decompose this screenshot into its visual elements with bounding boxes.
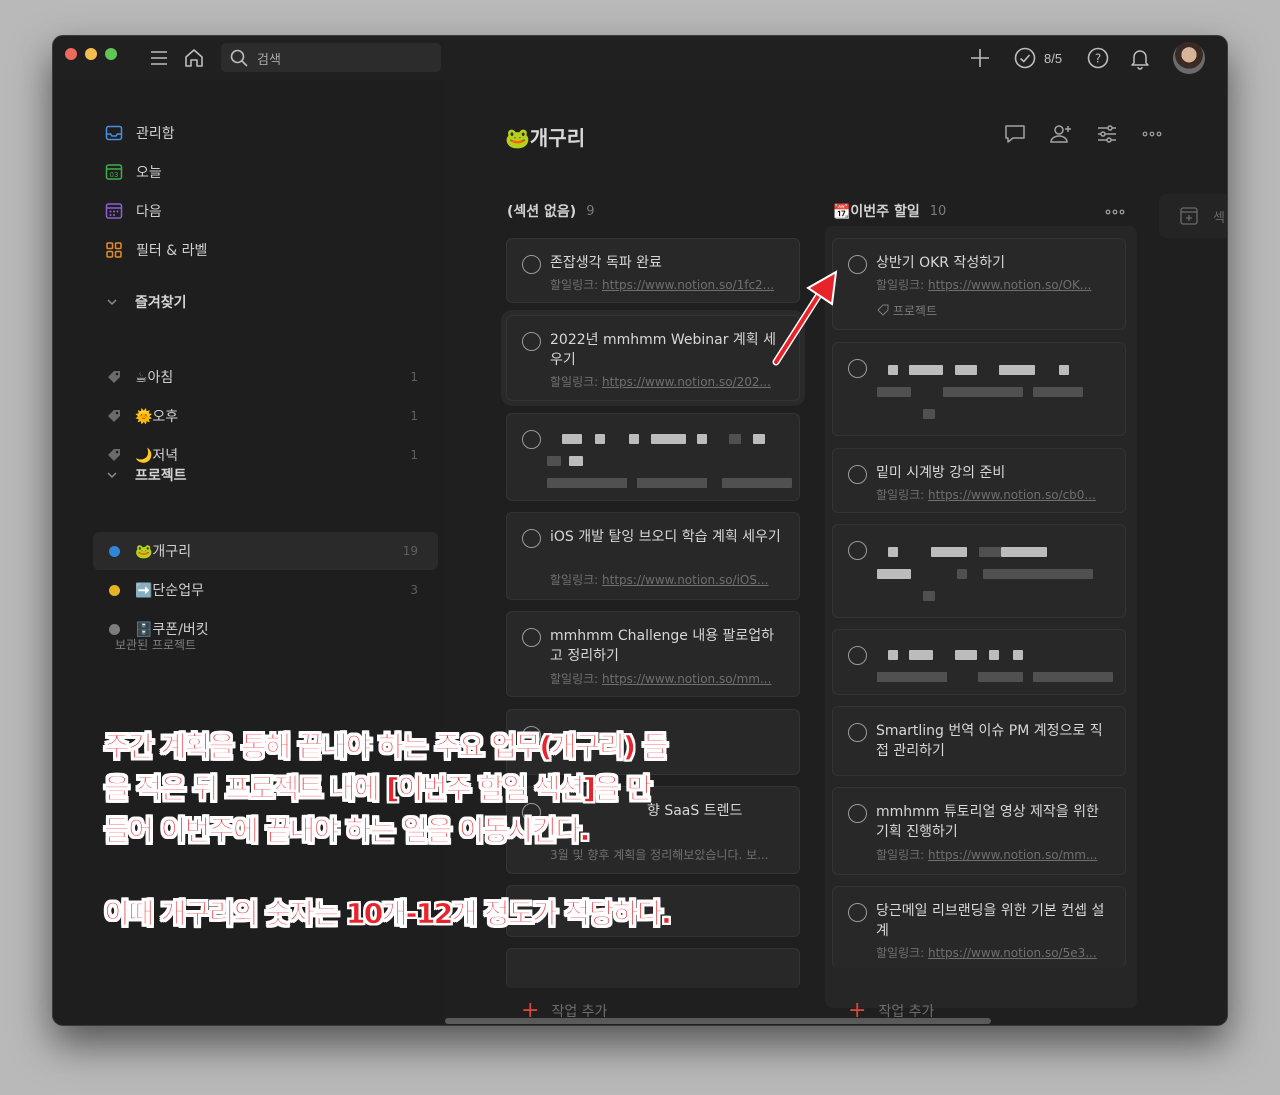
task-card[interactable]: 2022년 mmhmm Webinar 계획 세우기 할일링크: https:/… [506,315,800,401]
calendar-upcoming-icon [105,203,123,219]
search-placeholder: 검색 [257,53,281,68]
task-card-obscured[interactable] [506,948,800,988]
inbox-icon [105,125,123,141]
top-bar: 검색 8/5 ? [53,36,1227,80]
task-link[interactable]: https://www.notion.so/5e3... [928,946,1097,960]
svg-text:?: ? [1095,52,1101,66]
archived-projects-link[interactable]: 보관된 프로젝트 [115,636,196,653]
favorite-item-morning[interactable]: ☕아침 1 [93,358,438,396]
project-item-frog[interactable]: 🐸개구리 19 [93,532,438,570]
sidebar: 관리함 03 오늘 다음 필터 & 라벨 즐겨찾기 ☕아침 1 🌞오후 1 🌙저… [53,80,443,1025]
minimize-window-button[interactable] [85,48,97,60]
section-more-icon[interactable] [1103,200,1127,224]
task-card-blurred[interactable] [832,342,1126,436]
project-item-simple-tasks[interactable]: ➡️단순업무 3 [93,571,438,609]
filters-icon [106,242,122,258]
task-card[interactable]: 당근메일 리브랜딩을 위한 기본 컨셉 설계 할일링크: https://www… [832,886,1126,968]
tag-icon [877,304,889,316]
annotation-line-1: 주간 계획을 통해 끝내야 하는 주요 업무(개구리) 들 [104,730,669,764]
annotation-line-2: 을 적은 뒤 프로젝트 내에 [이번주 할일 섹션]을 만 [104,772,653,806]
label-tag-icon [108,449,120,461]
task-link[interactable]: https://www.notion.so/iOS... [602,573,768,587]
sidebar-item-filters[interactable]: 필터 & 라벨 [105,238,207,262]
task-checkbox[interactable] [848,804,867,823]
task-checkbox[interactable] [522,628,541,647]
task-link[interactable]: https://www.notion.so/cb0... [928,488,1096,502]
menu-icon[interactable] [145,44,173,72]
search-icon [230,49,248,67]
project-color-dot [108,623,120,635]
task-checkbox[interactable] [848,255,867,274]
chevron-down-icon [107,472,117,479]
plus-icon: + [848,998,867,1023]
task-card[interactable]: mmhmm Challenge 내용 팔로업하고 정리하기 할일링크: http… [506,611,800,697]
bell-icon[interactable] [1126,44,1154,72]
task-label[interactable]: 프로젝트 [893,304,937,318]
svg-text:03: 03 [110,171,119,179]
task-card[interactable]: 존잡생각 독파 완료 할일링크: https://www.notion.so/1… [506,238,800,303]
task-link[interactable]: https://www.notion.so/1fc2... [602,278,774,292]
task-card[interactable]: 밑미 시계방 강의 준비 할일링크: https://www.notion.so… [832,448,1126,513]
add-person-icon[interactable] [1049,122,1073,146]
check-circle-icon[interactable] [1011,44,1039,72]
section-header-this-week[interactable]: 📆이번주 할일 10 [833,201,946,221]
calendar-today-icon: 03 [105,164,123,180]
sidebar-item-upcoming[interactable]: 다음 [105,199,162,223]
project-color-dot [108,584,120,596]
task-checkbox[interactable] [848,903,867,922]
task-checkbox[interactable] [522,255,541,274]
sidebar-item-today[interactable]: 03 오늘 [105,160,162,184]
task-checkbox[interactable] [522,430,541,449]
help-icon[interactable]: ? [1084,44,1112,72]
task-card[interactable]: Smartling 번역 이슈 PM 계정으로 직접 관리하기 [832,706,1126,776]
home-icon[interactable] [180,44,208,72]
more-icon[interactable] [1140,122,1164,146]
chevron-down-icon [107,299,117,306]
task-checkbox[interactable] [848,646,867,665]
task-checkbox[interactable] [848,723,867,742]
add-section-icon [1180,207,1198,225]
zoom-window-button[interactable] [105,48,117,60]
page-title: 🐸개구리 [505,126,586,150]
task-card[interactable]: iOS 개발 탈잉 브오디 학습 계획 세우기 할일링크: https://ww… [506,512,800,600]
plus-icon: + [521,998,540,1023]
task-card-blurred[interactable] [832,629,1126,695]
project-color-dot [108,545,120,557]
annotation-arrow [772,270,838,366]
comment-icon[interactable] [1003,122,1027,146]
task-link[interactable]: https://www.notion.so/mm... [602,672,771,686]
search-input[interactable]: 검색 [221,43,441,72]
label-tag-icon [108,371,120,383]
task-checkbox[interactable] [848,465,867,484]
favorites-header[interactable]: 즐겨찾기 [105,292,187,312]
projects-header[interactable]: 프로젝트 [105,465,187,485]
add-section-column[interactable]: 섹 [1159,194,1227,238]
task-card-blurred[interactable] [832,524,1126,618]
task-card[interactable]: 상반기 OKR 작성하기 할일링크: https://www.notion.so… [832,238,1126,330]
annotation-line-3: 들어 이번주에 끝내야 하는 일을 이동시킨다. [104,814,591,848]
close-window-button[interactable] [65,48,77,60]
productivity-counter[interactable]: 8/5 [1044,51,1062,66]
task-card[interactable]: mmhmm 튜토리얼 영상 제작을 위한 기획 진행하기 할일링크: https… [832,787,1126,875]
settings-icon[interactable] [1095,122,1119,146]
task-checkbox[interactable] [848,541,867,560]
task-card-blurred[interactable] [506,413,800,501]
task-checkbox[interactable] [522,529,541,548]
horizontal-scrollbar[interactable] [445,1018,991,1024]
favorite-item-afternoon[interactable]: 🌞오후 1 [93,397,438,435]
task-link[interactable]: https://www.notion.so/mm... [928,848,1097,862]
avatar[interactable] [1173,42,1205,74]
sidebar-item-inbox[interactable]: 관리함 [105,121,175,145]
task-checkbox[interactable] [848,359,867,378]
task-link[interactable]: https://www.notion.so/OK... [928,278,1091,292]
plus-icon[interactable] [966,44,994,72]
label-tag-icon [108,410,120,422]
main-board: 🐸개구리 (섹션 없음) 9 존잡생각 독파 완료 할일링크: https://… [443,80,1227,1025]
task-checkbox[interactable] [522,332,541,351]
app-window: 검색 8/5 ? 관리함 03 오늘 다음 필터 & 라벨 즐겨찾기 ☕아침 1… [52,35,1228,1026]
section-header-no-section[interactable]: (섹션 없음) 9 [507,201,594,221]
annotation-line-4: 이때 개구리의 숫자는 10개-12개 정도가 적당하다. [104,897,672,931]
task-link[interactable]: https://www.notion.so/202... [602,375,771,389]
